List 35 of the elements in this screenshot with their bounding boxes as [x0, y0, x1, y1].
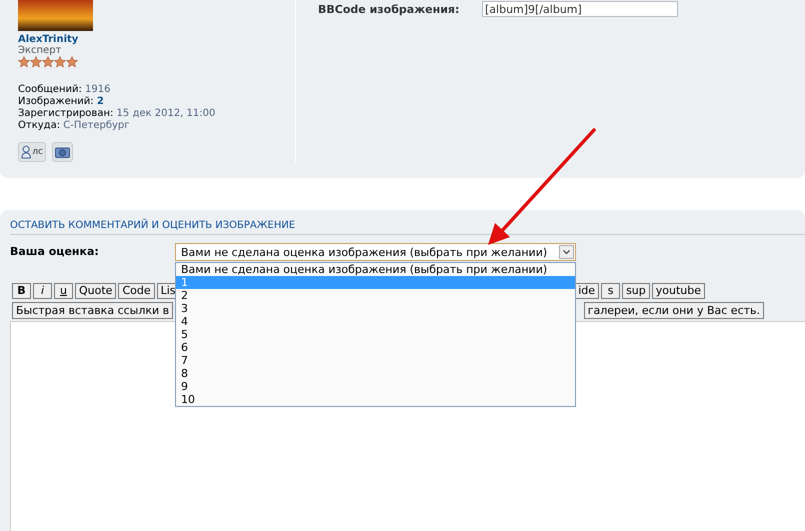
rating-select[interactable]: Вами не сделана оценка изображения (выбрать при желании)	[175, 243, 576, 261]
format-button[interactable]: Quote	[75, 283, 116, 299]
rank-label: Эксперт	[18, 45, 62, 56]
format-button[interactable]: ide	[574, 283, 600, 299]
format-button[interactable]: u	[54, 283, 73, 299]
stat-line: Откуда: С-Петербург	[18, 120, 130, 132]
dropdown-option[interactable]: 7	[176, 354, 575, 367]
bbcode-field[interactable]: [album]9[/album]	[482, 1, 678, 17]
stat-line: Изображений: 2	[18, 96, 104, 108]
dropdown-option[interactable]: Вами не сделана оценка изображения (выбрать при желании)	[176, 263, 575, 276]
quick-link-button[interactable]: галереи, если они у Вас есть.	[584, 302, 764, 319]
dropdown-option[interactable]: 6	[176, 341, 575, 354]
format-button[interactable]: i	[33, 283, 52, 299]
dropdown-option[interactable]: 9	[176, 380, 575, 393]
stat-line: Сообщений: 1916	[18, 84, 110, 96]
camera-icon	[55, 146, 70, 158]
person-icon	[21, 145, 32, 159]
format-button[interactable]: s	[601, 283, 620, 299]
format-button[interactable]: Code	[118, 283, 155, 299]
format-button[interactable]: sup	[622, 283, 650, 299]
format-button[interactable]: youtube	[652, 283, 705, 299]
format-button[interactable]: B	[12, 283, 31, 299]
private-message-button[interactable]: лс	[18, 142, 46, 162]
bbcode-label: BBCode изображения:	[318, 2, 460, 16]
quick-link-button[interactable]: Быстрая вставка ссылки в	[12, 302, 174, 319]
dropdown-option[interactable]: 3	[176, 302, 575, 315]
stat-line: Зарегистрирован: 15 дек 2012, 11:00	[18, 108, 216, 120]
dropdown-option[interactable]: 4	[176, 315, 575, 328]
gallery-button[interactable]	[52, 142, 73, 162]
rating-label: Ваша оценка:	[10, 244, 100, 260]
dropdown-option[interactable]: 5	[176, 328, 575, 341]
caret-icon	[559, 245, 574, 259]
dropdown-option[interactable]: 10	[176, 393, 575, 406]
dropdown-option[interactable]: 8	[176, 367, 575, 380]
username-link[interactable]: AlexTrinity	[18, 34, 78, 45]
